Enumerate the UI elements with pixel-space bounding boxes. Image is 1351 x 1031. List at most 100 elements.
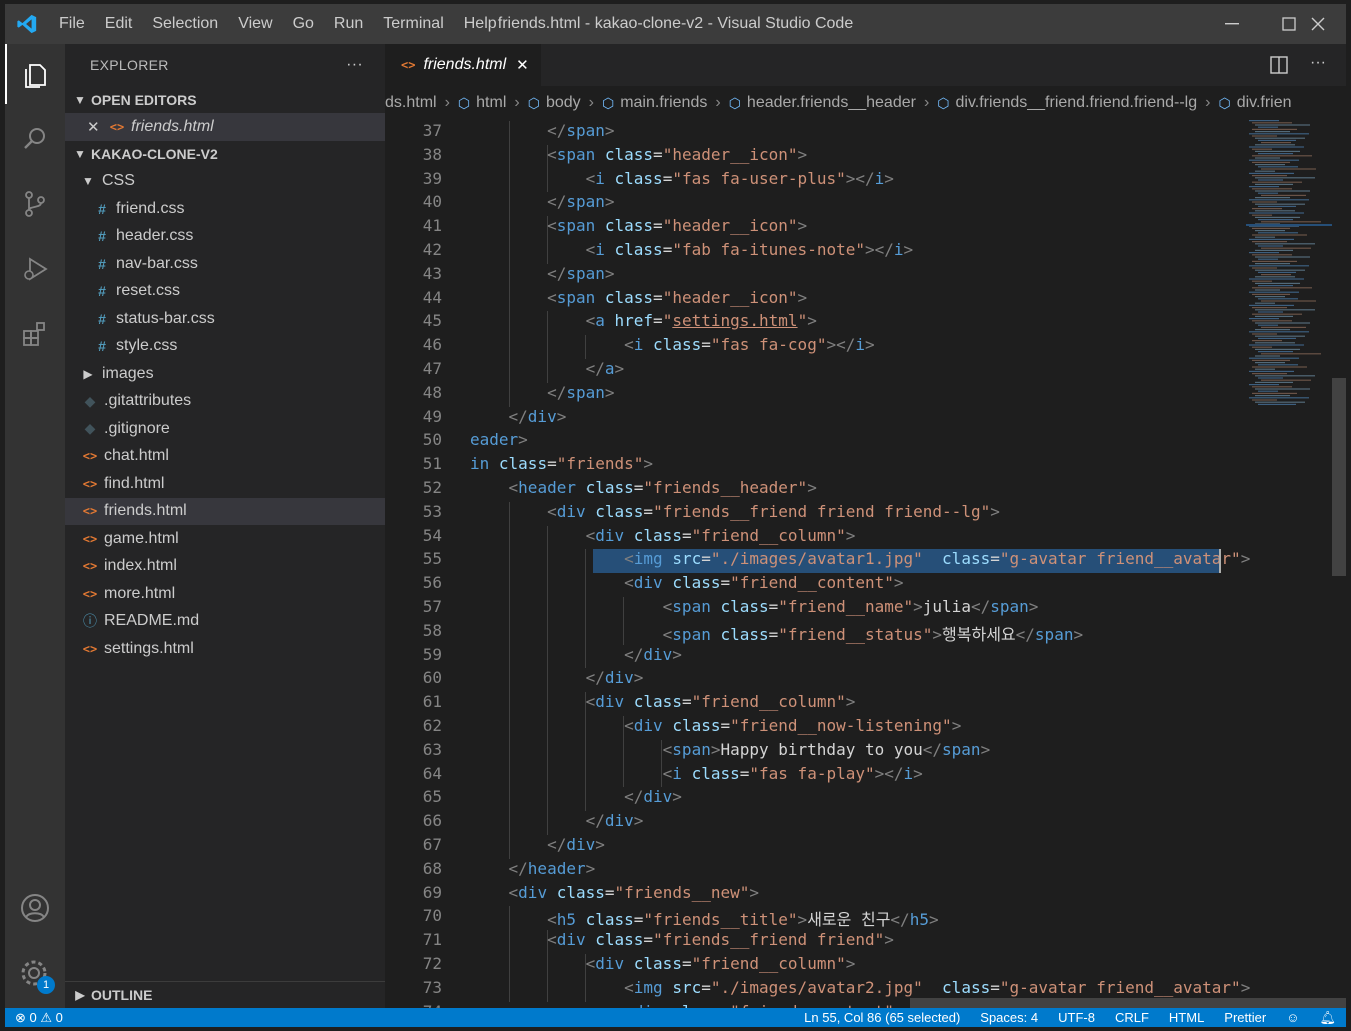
indentation[interactable]: Spaces: 4 (970, 1010, 1048, 1025)
tree-item[interactable]: # status-bar.css (65, 305, 385, 333)
menu-edit[interactable]: Edit (95, 4, 143, 44)
code-line[interactable]: <span class="header__icon"> (470, 216, 807, 235)
extensions-icon[interactable] (5, 304, 65, 364)
tree-item[interactable]: # style.css (65, 333, 385, 361)
tree-item[interactable]: ▼ CSS (65, 168, 385, 196)
breadcrumb-item[interactable]: ⬡ html (458, 94, 506, 112)
tree-item[interactable]: <> settings.html (65, 635, 385, 663)
tree-item[interactable]: # header.css (65, 223, 385, 251)
code-line[interactable]: <span class="header__icon"> (470, 288, 807, 307)
horizontal-scrollbar[interactable] (910, 998, 1346, 1008)
code-line[interactable]: <div class="friends__friend friend frien… (470, 502, 1000, 521)
tree-item[interactable]: ⓘ README.md (65, 608, 385, 636)
files-icon[interactable] (5, 44, 65, 104)
code-line[interactable]: <div class="friend__now-listening"> (470, 716, 961, 735)
code-line[interactable]: <i class="fas fa-play"></i> (470, 764, 923, 783)
code-line[interactable]: </span> (470, 264, 614, 283)
project-section[interactable]: ▼ KAKAO-CLONE-V2 (65, 141, 385, 168)
tree-item[interactable]: <> chat.html (65, 443, 385, 471)
code-line[interactable]: <div class="friend__column"> (470, 954, 856, 973)
code-line[interactable]: <div class="friends__friend friend"> (470, 930, 894, 949)
code-line[interactable]: </div> (470, 787, 682, 806)
menu-view[interactable]: View (228, 4, 282, 44)
code-editor[interactable]: 37 </span> 38 <span class="header__icon">… (385, 120, 1346, 1008)
breadcrumb-item[interactable]: ⬡ main.friends (602, 94, 707, 112)
code-line[interactable]: <span class="friend__status">행복하세요</span… (470, 621, 1083, 645)
notifications-bell-icon[interactable]: 🔔︎ (1309, 1010, 1346, 1026)
code-line[interactable]: <div class="friend__column"> (470, 526, 856, 545)
menu-help[interactable]: Help (454, 4, 507, 44)
code-line[interactable]: </div> (470, 811, 644, 830)
feedback-icon[interactable]: ☺ (1276, 1010, 1309, 1025)
code-line[interactable]: <i class="fas fa-user-plus"></i> (470, 169, 894, 188)
code-line[interactable]: <i class="fab fa-itunes-note"></i> (470, 240, 914, 259)
breadcrumb-item[interactable]: ⬡ body (528, 94, 581, 112)
menu-run[interactable]: Run (324, 4, 373, 44)
code-line[interactable]: </div> (470, 835, 605, 854)
split-editor-icon[interactable] (1270, 56, 1288, 79)
tree-item[interactable]: ▶ images (65, 360, 385, 388)
code-line[interactable]: in class="friends"> (470, 454, 653, 473)
tree-item[interactable]: # reset.css (65, 278, 385, 306)
tree-item[interactable]: <> more.html (65, 580, 385, 608)
code-line[interactable]: </span> (470, 192, 614, 211)
code-line[interactable]: <h5 class="friends__title">새로운 친구</h5> (470, 906, 939, 930)
tab-friends-html[interactable]: <> friends.html ✕ (385, 44, 541, 86)
scrollbar-thumb[interactable] (1332, 378, 1346, 576)
tree-item[interactable]: # nav-bar.css (65, 250, 385, 278)
open-editor-item[interactable]: ✕ <> friends.html (65, 113, 385, 141)
tree-item[interactable]: <> friends.html (65, 497, 385, 525)
breadcrumb-item[interactable]: ⬡ div.friends__friend.friend.friend--lg (937, 94, 1197, 112)
more-actions-icon[interactable]: ··· (346, 56, 363, 74)
code-line[interactable]: </div> (470, 645, 682, 664)
outline-section[interactable]: ▶ OUTLINE (65, 981, 385, 1008)
code-line[interactable]: eader> (470, 430, 528, 449)
tree-item[interactable]: <> game.html (65, 525, 385, 553)
tree-item[interactable]: <> find.html (65, 470, 385, 498)
code-line[interactable]: <div class="friends__new"> (470, 883, 760, 902)
run-debug-icon[interactable] (5, 239, 65, 299)
breadcrumb-item[interactable]: ⬡ header.friends__header (729, 94, 916, 112)
account-icon[interactable] (5, 878, 65, 938)
code-line[interactable]: <a href="settings.html"> (470, 311, 817, 330)
breadcrumb-item[interactable]: ds.html (385, 94, 437, 112)
settings-gear-icon[interactable]: 1 (5, 944, 65, 1004)
code-line[interactable]: <header class="friends__header"> (470, 478, 817, 497)
formatter[interactable]: Prettier (1214, 1010, 1276, 1025)
breadcrumb-item[interactable]: ⬡ div.frien (1218, 94, 1291, 112)
code-line[interactable]: <div class="friend__content"> (470, 573, 903, 592)
source-control-icon[interactable] (5, 174, 65, 234)
tree-item[interactable]: # friend.css (65, 195, 385, 223)
code-line[interactable]: <span class="header__icon"> (470, 145, 807, 164)
minimap[interactable] (1246, 120, 1332, 420)
code-line[interactable]: </div> (470, 407, 567, 426)
menu-selection[interactable]: Selection (142, 4, 228, 44)
code-line[interactable]: </a> (470, 359, 625, 378)
code-line[interactable]: <span class="friend__name">julia</span> (470, 597, 1039, 616)
code-line[interactable]: </header> (470, 859, 596, 878)
tree-item[interactable]: ◆ .gitignore (65, 415, 385, 443)
errors-indicator[interactable]: ⊗ 0 ⚠ 0 (5, 1010, 73, 1026)
cursor-position[interactable]: Ln 55, Col 86 (65 selected) (794, 1010, 970, 1025)
code-line[interactable]: <img src="./images/avatar2.jpg" class="g… (470, 978, 1250, 997)
menu-go[interactable]: Go (283, 4, 324, 44)
code-line[interactable]: </span> (470, 121, 614, 140)
minimize-icon[interactable] (1203, 4, 1260, 44)
language-mode[interactable]: HTML (1159, 1010, 1214, 1025)
code-line[interactable]: <span>Happy birthday to you</span> (470, 740, 991, 759)
code-line[interactable]: </div> (470, 668, 644, 687)
menu-terminal[interactable]: Terminal (373, 4, 453, 44)
code-line[interactable]: </span> (470, 383, 614, 402)
tree-item[interactable]: <> index.html (65, 553, 385, 581)
close-tab-icon[interactable]: ✕ (516, 56, 529, 74)
menu-file[interactable]: File (49, 4, 95, 44)
encoding[interactable]: UTF-8 (1048, 1010, 1105, 1025)
code-line[interactable]: <img src="./images/avatar1.jpg" class="g… (470, 549, 1250, 568)
close-window-icon[interactable] (1289, 4, 1346, 44)
vertical-scrollbar[interactable] (1332, 120, 1346, 1008)
open-editors-section[interactable]: ▼ OPEN EDITORS (65, 86, 385, 113)
close-icon[interactable]: ✕ (87, 118, 107, 136)
tree-item[interactable]: ◆ .gitattributes (65, 388, 385, 416)
code-line[interactable]: <i class="fas fa-cog"></i> (470, 335, 875, 354)
line-ending[interactable]: CRLF (1105, 1010, 1159, 1025)
